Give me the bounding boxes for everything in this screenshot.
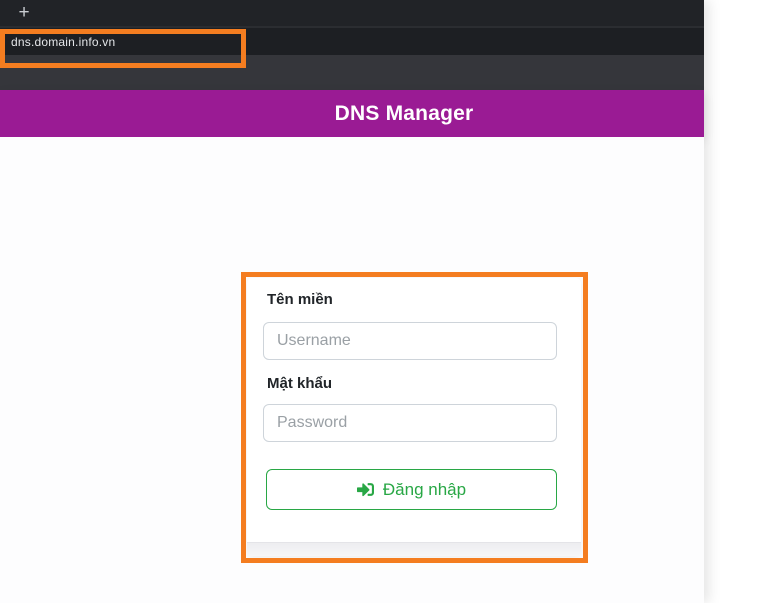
address-url: dns.domain.info.vn — [11, 34, 116, 49]
login-button[interactable]: Đăng nhập — [266, 469, 557, 510]
tab-strip: + — [0, 0, 704, 26]
page-body: Tên miền Mật khẩu Đăng nhập — [0, 137, 704, 603]
password-label: Mật khẩu — [267, 375, 333, 392]
browser-window: + dns.domain.info.vn DNS Manager Tên miề… — [0, 0, 704, 603]
domain-label: Tên miền — [267, 291, 333, 308]
plus-icon: + — [18, 2, 30, 23]
browser-toolbar — [0, 55, 704, 90]
address-bar[interactable]: dns.domain.info.vn — [0, 28, 704, 55]
page-header: DNS Manager — [0, 90, 704, 137]
sign-in-icon — [356, 481, 374, 498]
password-input[interactable] — [263, 404, 557, 442]
login-card: Tên miền Mật khẩu Đăng nhập — [247, 278, 581, 556]
page-title: DNS Manager — [334, 102, 474, 125]
card-footer — [247, 542, 581, 556]
login-button-label: Đăng nhập — [382, 479, 467, 499]
new-tab-button[interactable]: + — [8, 1, 40, 25]
screenshot-canvas: + dns.domain.info.vn DNS Manager Tên miề… — [0, 0, 768, 603]
username-input[interactable] — [263, 322, 557, 360]
